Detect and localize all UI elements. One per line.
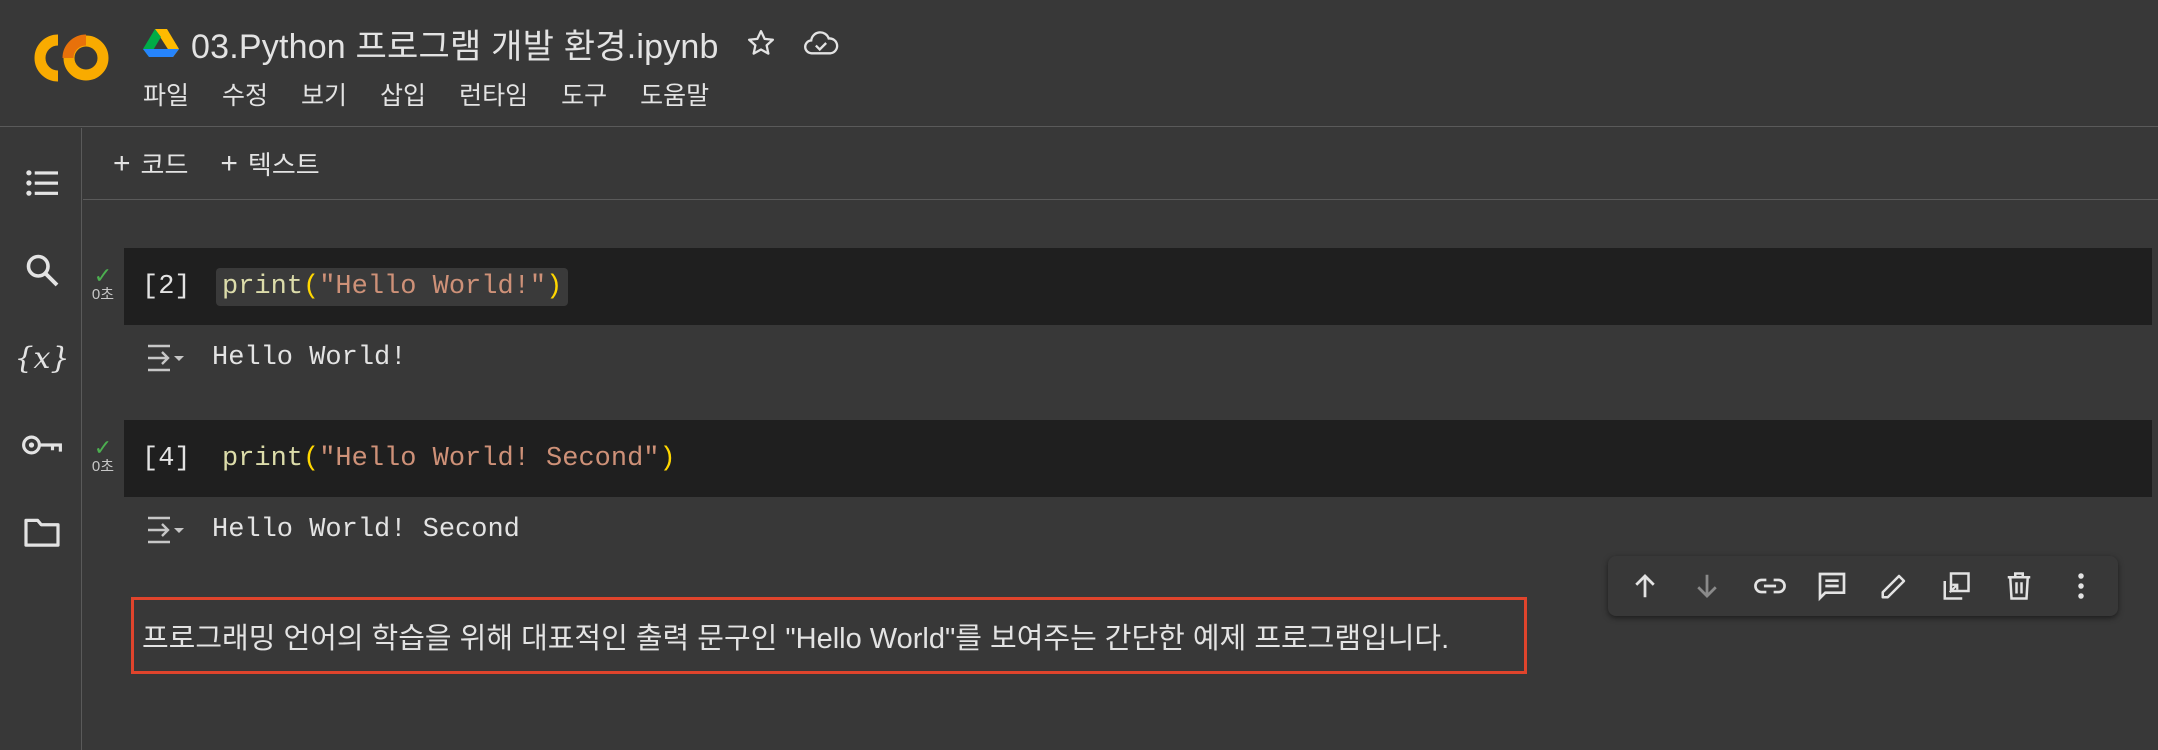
menu-help[interactable]: 도움말 bbox=[640, 78, 709, 114]
star-icon[interactable] bbox=[743, 25, 779, 61]
code-paren: ( bbox=[303, 271, 320, 302]
menu-runtime[interactable]: 런타임 bbox=[459, 78, 528, 114]
left-sidebar: {x} bbox=[0, 128, 82, 750]
cell-status[interactable]: ✓ 0초 bbox=[88, 435, 118, 476]
move-up-icon[interactable] bbox=[1623, 564, 1667, 608]
code-paren: ) bbox=[659, 443, 676, 474]
exec-count[interactable]: [2] bbox=[124, 272, 216, 302]
notebook-title[interactable]: 03.Python 프로그램 개발 환경.ipynb bbox=[191, 19, 719, 68]
code-line[interactable]: print("Hello World! Second") bbox=[216, 440, 682, 478]
code-string: "Hello World!" bbox=[319, 271, 547, 302]
exec-time: 0초 bbox=[91, 458, 115, 475]
text-cell[interactable]: 프로그래밍 언어의 학습을 위해 대표적인 출력 문구인 "Hello Worl… bbox=[131, 597, 1527, 674]
output-text: Hello World! bbox=[212, 343, 407, 373]
menu-edit[interactable]: 수정 bbox=[222, 78, 268, 114]
mirror-cell-icon[interactable] bbox=[1934, 564, 1978, 608]
check-icon: ✓ bbox=[93, 263, 113, 288]
menu-insert[interactable]: 삽입 bbox=[380, 78, 426, 114]
exec-time: 0초 bbox=[91, 286, 115, 303]
variables-icon[interactable]: {x} bbox=[14, 336, 69, 380]
link-icon[interactable] bbox=[1748, 564, 1792, 608]
cell-output: Hello World! Second bbox=[124, 497, 520, 563]
cell-status[interactable]: ✓ 0초 bbox=[88, 263, 118, 304]
title-row: 03.Python 프로그램 개발 환경.ipynb bbox=[143, 18, 839, 68]
colab-logo[interactable] bbox=[28, 30, 114, 86]
folder-icon[interactable] bbox=[20, 510, 64, 554]
code-cell[interactable]: [4] print("Hello World! Second") bbox=[124, 420, 2152, 497]
text-cell-content: 프로그래밍 언어의 학습을 위해 대표적인 출력 문구인 "Hello Worl… bbox=[142, 622, 1450, 655]
check-icon: ✓ bbox=[93, 435, 113, 460]
output-text: Hello World! Second bbox=[212, 515, 520, 545]
cloud-saved-icon[interactable] bbox=[803, 25, 839, 61]
move-down-icon[interactable] bbox=[1685, 564, 1729, 608]
plus-icon: + bbox=[113, 146, 131, 180]
add-code-label: 코드 bbox=[140, 150, 189, 180]
code-line[interactable]: print("Hello World!") bbox=[216, 267, 569, 306]
output-actions-icon[interactable] bbox=[144, 512, 188, 548]
add-code-button[interactable]: + 코드 bbox=[113, 145, 188, 182]
menu-file[interactable]: 파일 bbox=[143, 78, 189, 114]
code-function: print bbox=[222, 443, 304, 474]
edit-icon[interactable] bbox=[1872, 564, 1916, 608]
table-of-contents-icon[interactable] bbox=[20, 161, 64, 205]
code-cell[interactable]: [2] print("Hello World!") bbox=[124, 248, 2152, 325]
add-text-label: 텍스트 bbox=[247, 150, 320, 180]
delete-icon[interactable] bbox=[1997, 564, 2041, 608]
key-icon[interactable] bbox=[20, 423, 64, 467]
google-drive-icon bbox=[143, 29, 179, 57]
cell-toolbar bbox=[1608, 556, 2118, 616]
menu-view[interactable]: 보기 bbox=[301, 78, 347, 114]
comment-icon[interactable] bbox=[1810, 564, 1854, 608]
code-function: print bbox=[222, 271, 304, 302]
code-string: "Hello World! Second" bbox=[319, 443, 660, 474]
output-actions-icon[interactable] bbox=[144, 340, 188, 376]
menu-bar: 파일 수정 보기 삽입 런타임 도구 도움말 bbox=[143, 78, 742, 114]
add-text-button[interactable]: + 텍스트 bbox=[220, 145, 319, 182]
plus-icon: + bbox=[220, 146, 238, 180]
code-paren: ) bbox=[546, 271, 563, 302]
exec-count[interactable]: [4] bbox=[124, 444, 216, 474]
menu-tools[interactable]: 도구 bbox=[561, 78, 607, 114]
header: 03.Python 프로그램 개발 환경.ipynb 파일 수정 보기 삽입 런… bbox=[0, 0, 2158, 127]
code-paren: ( bbox=[303, 443, 320, 474]
search-icon[interactable] bbox=[20, 248, 64, 292]
more-icon[interactable] bbox=[2059, 564, 2103, 608]
cell-output: Hello World! bbox=[124, 325, 406, 391]
notebook-toolbar: + 코드 + 텍스트 bbox=[83, 128, 2158, 200]
